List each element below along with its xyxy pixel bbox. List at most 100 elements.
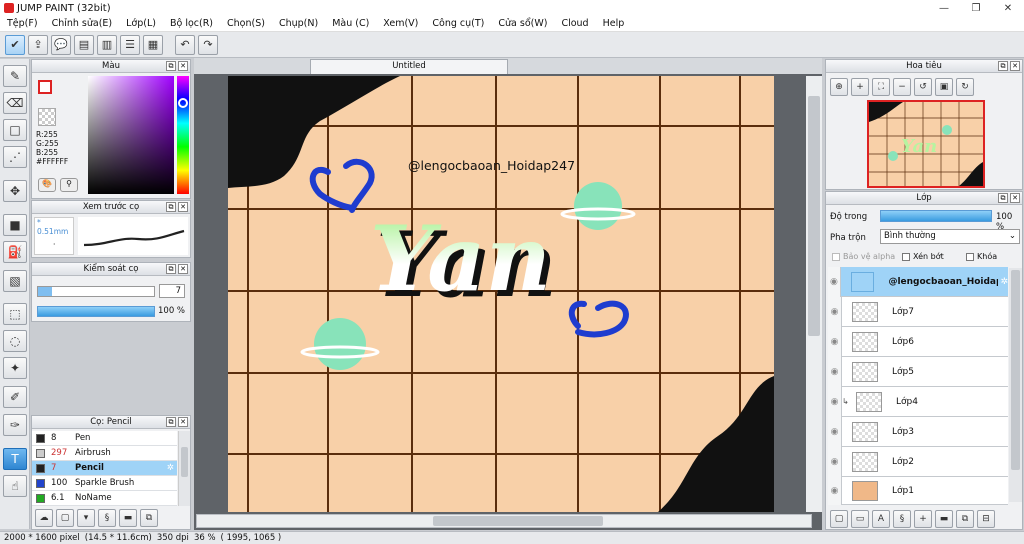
undo-icon[interactable]: ↶ [175,34,195,55]
menu-help[interactable]: Help [596,18,632,29]
gradient-icon[interactable]: ▧ [3,270,27,292]
grid-settings-icon[interactable]: ▦ [143,34,163,55]
eraser-tool-icon[interactable]: ⌫ [3,92,27,114]
brush-tool-icon[interactable]: ✎ [3,65,27,87]
layer-row[interactable]: ◉ Lớp7 [828,296,1008,327]
visibility-icon[interactable]: ◉ [828,266,841,297]
duplicate-layer-icon[interactable]: ⧉ [956,510,974,528]
menu-color[interactable]: Màu (C) [325,18,376,29]
brush-opacity-slider[interactable] [37,306,155,317]
close-panel-icon[interactable]: ✕ [1010,61,1020,71]
close-panel-icon[interactable]: ✕ [178,417,188,427]
layer-opacity-slider[interactable] [880,210,992,222]
menu-select[interactable]: Chọn(S) [220,18,272,29]
text-layer-icon[interactable]: A [872,510,890,528]
layer-folder-icon[interactable]: ▬ [935,510,953,528]
artwork-canvas[interactable]: Yan Yan @lengocbaoan_Hoidap247 [228,76,774,512]
check-icon[interactable]: ✔ [5,34,25,55]
duplicate-brush-icon[interactable]: ⧉ [140,509,158,527]
marquee-select-icon[interactable]: ⬚ [3,303,27,325]
bucket-fill-icon[interactable]: ⛽ [3,241,27,263]
float-panel-icon[interactable]: ⧉ [998,193,1008,203]
reset-view-icon[interactable]: ▣ [935,78,953,96]
menu-file[interactable]: Tệp(F) [0,18,45,29]
minimize-button[interactable]: — [928,0,960,16]
float-panel-icon[interactable]: ⧉ [166,417,176,427]
menu-tools[interactable]: Công cụ(T) [425,18,491,29]
close-button[interactable]: ✕ [992,0,1024,16]
brush-item[interactable]: 8 Pen [32,431,177,446]
float-panel-icon[interactable]: ⧉ [998,61,1008,71]
add-layer-menu-icon[interactable]: + [914,510,932,528]
merge-layer-icon[interactable]: ⊟ [977,510,995,528]
saturation-brightness-field[interactable] [88,76,174,194]
comic-panel-icon[interactable]: ▤ [74,34,94,55]
hue-handle[interactable] [178,98,188,108]
menu-filter[interactable]: Bộ lọc(R) [163,18,220,29]
eyedropper-icon[interactable]: ⚲ [60,178,78,192]
canvas-horizontal-scrollbar[interactable] [196,514,812,528]
blend-mode-select[interactable]: Bình thường ⌄ [880,229,1020,244]
dotted-line-icon[interactable]: ⋰ [3,146,27,168]
close-panel-icon[interactable]: ✕ [178,264,188,274]
menu-cloud[interactable]: Cloud [554,18,595,29]
brush-item[interactable]: 6.1 NoName [32,491,177,506]
document-icon[interactable]: ☰ [120,34,140,55]
maximize-button[interactable]: ❐ [960,0,992,16]
document-tab[interactable]: Untitled [310,59,508,74]
fit-window-icon[interactable]: ⛶ [872,78,890,96]
menu-edit[interactable]: Chỉnh sửa(E) [45,18,120,29]
text-tool-icon[interactable]: T [3,448,27,470]
float-panel-icon[interactable]: ⧉ [166,61,176,71]
visibility-icon[interactable]: ◉ [828,446,842,477]
protect-alpha-checkbox[interactable] [832,252,840,261]
palette-icon[interactable]: 🎨 [38,178,56,192]
float-panel-icon[interactable]: ⧉ [166,202,176,212]
move-tool-icon[interactable]: ✥ [3,180,27,202]
brush-item-selected[interactable]: 7 Pencil ✲ [32,461,177,476]
lock-checkbox[interactable] [966,252,974,261]
menu-view[interactable]: Xem(V) [376,18,425,29]
menu-window[interactable]: Cửa sổ(W) [491,18,554,29]
close-panel-icon[interactable]: ✕ [1010,193,1020,203]
visibility-icon[interactable]: ◉ [828,416,842,447]
visibility-icon[interactable]: ◉ [828,356,842,387]
gear-icon[interactable]: ✲ [1000,277,1008,287]
page-icon[interactable]: ▥ [97,34,117,55]
rotate-right-icon[interactable]: ↻ [956,78,974,96]
selection-eraser-icon[interactable]: ✑ [3,414,27,436]
brush-size-slider[interactable] [37,286,155,297]
float-panel-icon[interactable]: ⧉ [166,264,176,274]
fill-rect-icon[interactable]: ■ [3,214,27,236]
canvas-vertical-scrollbar[interactable] [806,76,822,512]
lasso-icon[interactable]: ◌ [3,330,27,352]
visibility-icon[interactable]: ◉ [828,476,842,505]
new-brush-icon[interactable]: ▢ [56,509,74,527]
hand-tool-icon[interactable]: ☝ [3,475,27,497]
magic-wand-icon[interactable]: ✦ [3,357,27,379]
close-panel-icon[interactable]: ✕ [178,202,188,212]
layer-row-selected[interactable]: ◉ @lengocbaoan_Hoidap247 ✲ [828,266,1008,297]
speech-bubble-icon[interactable]: 💬 [51,34,71,55]
brush-folder-icon[interactable]: ▬ [119,509,137,527]
close-panel-icon[interactable]: ✕ [178,61,188,71]
hue-slider[interactable] [177,76,189,194]
rotate-left-icon[interactable]: ↺ [914,78,932,96]
new-layer-icon[interactable]: ▢ [830,510,848,528]
brush-list-scrollbar[interactable] [178,431,190,506]
layer-row[interactable]: ◉ Lớp2 [828,446,1008,477]
gear-icon[interactable]: ✲ [167,463,174,473]
selection-pen-icon[interactable]: ✐ [3,386,27,408]
clip-checkbox[interactable] [902,252,910,261]
zoom-in-icon[interactable]: + [851,78,869,96]
redo-icon[interactable]: ↷ [198,34,218,55]
layer-row[interactable]: ◉ Lớp3 [828,416,1008,447]
navigator-thumbnail[interactable]: Yan [867,100,985,188]
export-icon[interactable]: ⇪ [28,34,48,55]
brush-item[interactable]: 100 Sparkle Brush [32,476,177,491]
zoom-fit-icon[interactable]: ⊕ [830,78,848,96]
brush-size-input[interactable]: 7 [159,284,185,298]
layer-row[interactable]: ◉ Lớp5 [828,356,1008,387]
new-layer-alt-icon[interactable]: ▭ [851,510,869,528]
layer-row[interactable]: ◉ Lớp6 [828,326,1008,357]
